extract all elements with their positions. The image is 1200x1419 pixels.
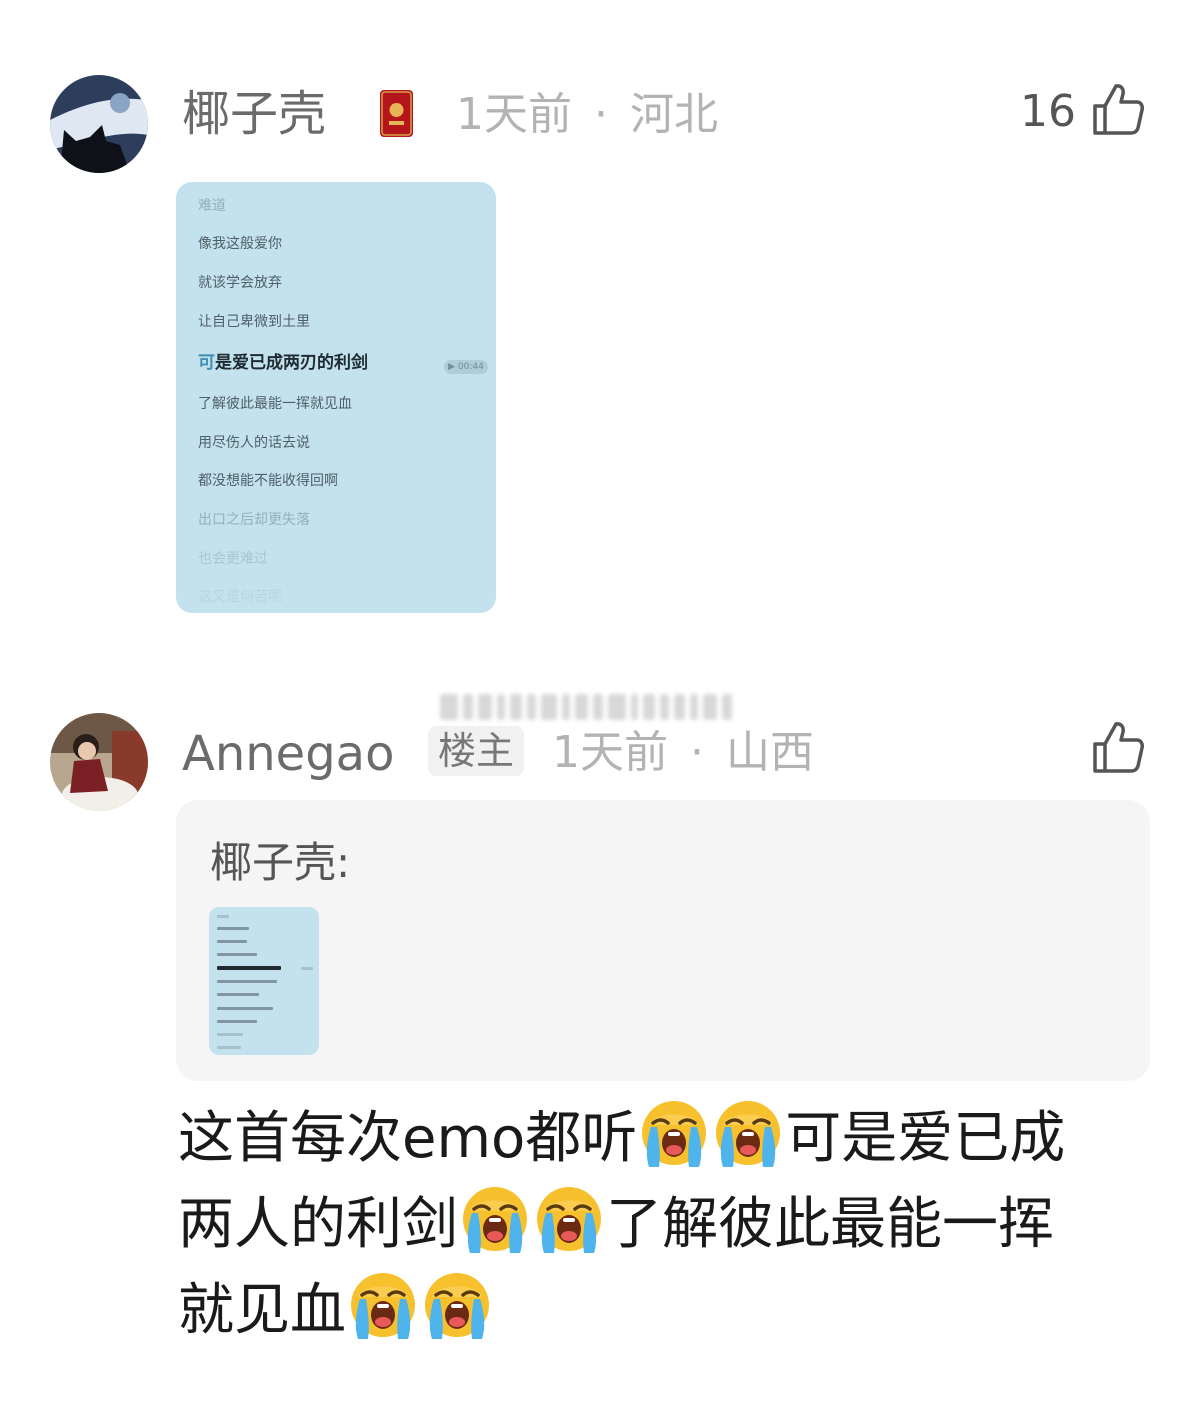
loudly-crying-face-icon (346, 1269, 420, 1343)
loudly-crying-face-icon (711, 1097, 785, 1171)
loudly-crying-face-icon (532, 1183, 606, 1257)
like-count: 16 (1020, 86, 1076, 137)
lyric-line: 用尽伤人的话去说 (198, 435, 310, 451)
loudly-crying-face-icon (420, 1269, 494, 1343)
comment-meta: 1天前 · 山西 (552, 731, 814, 775)
quoted-comment[interactable]: 椰子壳: (176, 800, 1150, 1081)
loudly-crying-face-icon (637, 1097, 711, 1171)
comment-time: 1天前 (456, 89, 572, 140)
avatar-image (50, 713, 148, 811)
thumbs-up-icon[interactable] (1092, 82, 1144, 136)
reply-segment: 就见血 (178, 1278, 346, 1343)
lyric-time-pill: ▶ 00:44 (444, 360, 488, 374)
lyric-highlight: 可 (198, 353, 215, 373)
reply-segment: 两人的利剑 (178, 1192, 458, 1257)
meta-separator: · (594, 89, 608, 140)
lyric-line: 了解彼此最能一挥就见血 (198, 396, 352, 412)
username[interactable]: Annegao (182, 730, 394, 778)
avatar-image (50, 75, 148, 173)
lyric-line: 就该学会放弃 (198, 275, 282, 291)
reply-segment: 可是爱已成 (785, 1106, 1066, 1171)
reply-segment: 了解彼此最能一挥 (606, 1192, 1054, 1257)
lyric-line: 像我这般爱你 (198, 236, 282, 252)
lyric-line: 都没想能不能收得回啊 (198, 473, 338, 489)
username[interactable]: 椰子壳 (182, 90, 326, 138)
lyric-line: 难道 (198, 198, 226, 214)
op-badge: 楼主 (428, 726, 525, 776)
comment-location: 山西 (726, 727, 814, 778)
lyric-line: 也会更难过 (198, 551, 268, 567)
comment-time: 1天前 (552, 727, 668, 778)
quote-author: 椰子壳: (210, 838, 351, 887)
blurred-divider (440, 694, 732, 720)
comment-location: 河北 (630, 89, 718, 140)
quoted-lyrics-thumbnail[interactable] (209, 907, 319, 1055)
lyric-current-rest: 是爱已成两刃的利剑 (215, 353, 368, 373)
reply-segment: 这首每次emo都听 (178, 1106, 638, 1171)
lyric-line: 让自己卑微到土里 (198, 314, 310, 330)
avatar-annegao[interactable] (50, 713, 148, 811)
loudly-crying-face-icon (458, 1183, 532, 1257)
lyric-line: 这又是何苦呢 (198, 589, 282, 605)
meta-separator: · (690, 727, 704, 778)
red-envelope-icon (380, 90, 413, 137)
comment-meta: 1天前 · 河北 (456, 93, 718, 137)
lyrics-screenshot-image[interactable]: 难道 像我这般爱你 就该学会放弃 让自己卑微到土里 可是爱已成两刃的利剑 ▶ 0… (176, 182, 496, 613)
lyric-line: 出口之后却更失落 (198, 512, 310, 528)
lyric-current-line: 可是爱已成两刃的利剑 (198, 355, 368, 372)
avatar-yezike[interactable] (50, 75, 148, 173)
thumbs-up-icon[interactable] (1092, 720, 1144, 774)
